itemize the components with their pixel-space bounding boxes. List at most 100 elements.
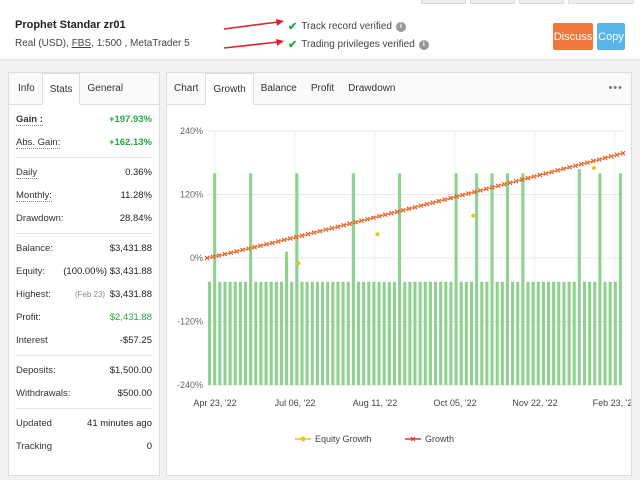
chart-bar — [526, 281, 530, 385]
x-tick-label: Oct 05, '22 — [433, 398, 476, 408]
red-arrow-icon — [223, 39, 284, 49]
leverage-platform: , 1:500 , MetaTrader 5 — [91, 38, 190, 49]
chart-bar — [346, 281, 350, 385]
drawdown-label: Drawdown: — [16, 213, 64, 224]
chart-bar — [521, 173, 525, 385]
top-button-stub[interactable] — [568, 0, 634, 4]
chart-bar — [480, 281, 484, 385]
legend-equity-label: Equity Growth — [315, 434, 372, 444]
top-button-stub[interactable] — [470, 0, 515, 4]
chart-bar — [613, 281, 617, 385]
interest-label: Interest — [16, 335, 48, 346]
chart-bar — [341, 281, 345, 385]
chart-bar — [387, 281, 391, 385]
chart-bar — [382, 281, 386, 385]
chart-bar — [403, 281, 407, 385]
chart-bar — [469, 281, 474, 385]
chart-bar — [372, 281, 376, 385]
monthly-value: 11.28% — [120, 190, 152, 201]
chart-bar — [269, 281, 273, 385]
stats-tabs: Info Stats General — [9, 73, 159, 105]
chart-bar — [295, 173, 299, 385]
y-tick-label: 0% — [190, 253, 203, 263]
chart-bar — [326, 281, 330, 385]
balance-row: Balance: $3,431.88 — [16, 237, 152, 260]
profit-value: $2,431.88 — [109, 312, 152, 323]
discuss-button[interactable]: Discuss — [553, 23, 593, 50]
equity-value: $3,431.88 — [109, 266, 152, 277]
chart-bar — [321, 281, 325, 385]
tab-info[interactable]: Info — [11, 73, 42, 104]
chart-bar — [511, 281, 515, 385]
trading-privileges-status: ✔ Trading privileges verified i — [288, 38, 429, 51]
tab-general[interactable]: General — [80, 73, 130, 104]
daily-value: 0.36% — [125, 167, 152, 178]
updated-row: Updated 41 minutes ago — [16, 412, 152, 435]
tracking-value: 0 — [146, 441, 152, 452]
chart-bar — [208, 281, 212, 385]
chart-bar — [254, 281, 258, 385]
chart-bar — [582, 281, 587, 385]
info-icon[interactable]: i — [418, 39, 429, 50]
account-details: Real (USD), FBS, 1:500 , MetaTrader 5 — [15, 38, 190, 49]
equity-percent: (100.00%) — [63, 266, 108, 277]
chart-bar — [490, 173, 494, 385]
tab-profit[interactable]: Profit — [304, 73, 341, 104]
x-tick-label: Jul 06, '22 — [275, 398, 316, 408]
y-tick-label: 120% — [180, 190, 203, 200]
broker-link[interactable]: FBS — [72, 38, 91, 49]
chart-bar — [531, 281, 535, 385]
chart-bar — [541, 281, 545, 385]
chart-bar — [305, 281, 309, 385]
top-button-stub[interactable] — [519, 0, 564, 4]
chart-bar — [413, 281, 417, 385]
updated-label: Updated — [16, 418, 52, 429]
tracking-label: Tracking — [16, 441, 53, 452]
chart-bar — [562, 281, 566, 385]
highest-row: Highest: (Feb 23) $3,431.88 — [16, 283, 152, 306]
equity-row: Equity: (100.00%) $3,431.88 — [16, 260, 152, 283]
top-button-stub[interactable] — [421, 0, 466, 4]
chart-bar — [608, 281, 612, 385]
chart-bar — [228, 281, 232, 385]
tab-stats[interactable]: Stats — [41, 73, 81, 105]
chart-bar — [331, 281, 335, 385]
highest-label: Highest: — [16, 289, 51, 300]
tab-chart[interactable]: Chart — [167, 73, 205, 104]
chart-bar — [356, 281, 361, 385]
equity-dip-marker — [296, 261, 301, 266]
chart-bar — [495, 281, 499, 385]
chart-bar — [279, 281, 284, 385]
chart-bar — [428, 281, 432, 385]
chart-bar — [449, 281, 453, 385]
chart-bar — [243, 281, 248, 385]
chart-bar — [274, 281, 278, 385]
ellipsis-icon[interactable]: ••• — [608, 82, 623, 94]
equity-label: Equity: — [16, 266, 46, 277]
chart-bar — [593, 281, 597, 385]
tab-growth[interactable]: Growth — [205, 73, 254, 105]
chart-bar — [351, 173, 355, 385]
chart-bar — [315, 281, 319, 385]
tab-balance[interactable]: Balance — [254, 73, 304, 104]
tab-drawdown[interactable]: Drawdown — [341, 73, 402, 104]
deposits-label: Deposits: — [16, 365, 56, 376]
chart-bar — [434, 281, 438, 385]
chart-bar — [362, 281, 366, 385]
chart-bar — [598, 173, 602, 385]
drawdown-value: 28.84% — [119, 213, 152, 224]
chart-bar — [213, 173, 217, 385]
chart-bar — [377, 281, 381, 385]
withdrawals-value: $500.00 — [117, 388, 152, 399]
account-name: Prophet Standar zr01 — [15, 19, 126, 31]
chart-bar — [336, 281, 340, 385]
chart-bar — [454, 173, 458, 385]
abs-gain-value: +162.13% — [108, 137, 152, 148]
copy-button[interactable]: Copy — [597, 23, 625, 50]
chart-bar — [464, 281, 468, 385]
chart-bar — [264, 281, 268, 385]
info-icon[interactable]: i — [396, 21, 406, 32]
balance-value: $3,431.88 — [109, 243, 152, 254]
chart-bar — [552, 281, 556, 385]
equity-dip-marker — [375, 232, 380, 237]
